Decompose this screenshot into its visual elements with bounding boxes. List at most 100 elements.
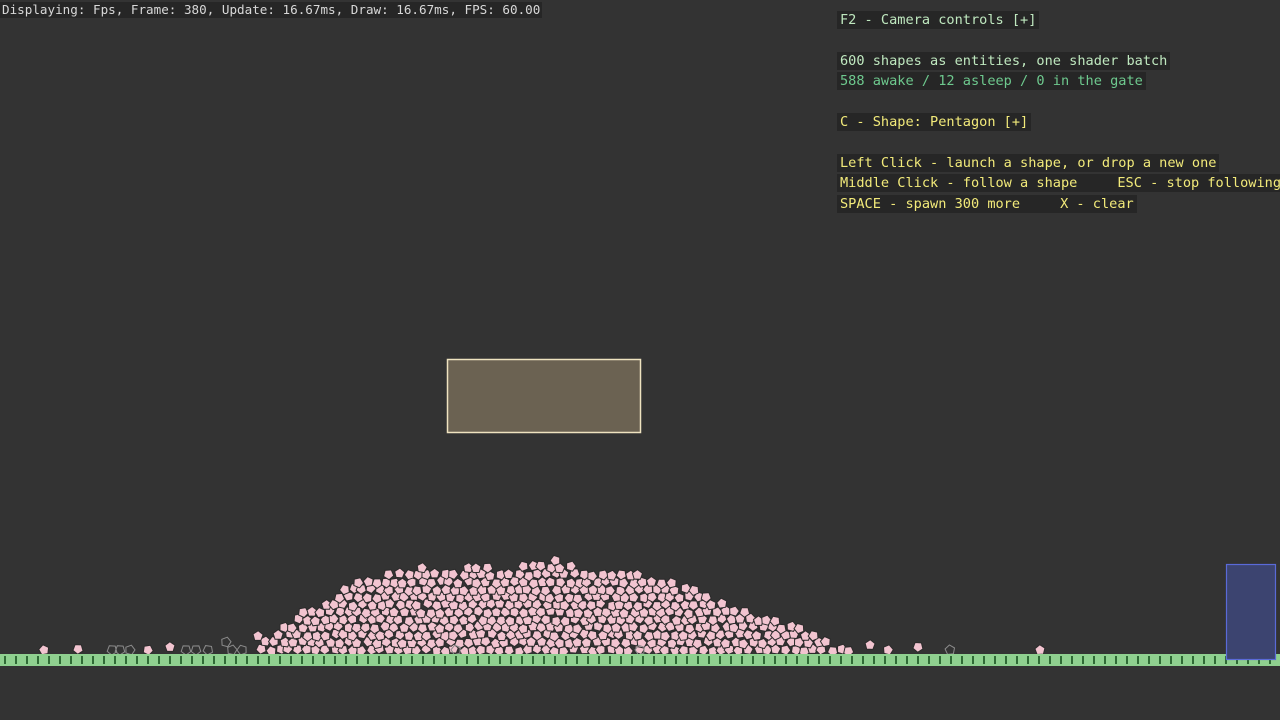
sleeping-pentagon-shape[interactable] (125, 644, 136, 656)
ground-tooth (466, 656, 468, 664)
sleep-state-info: 588 awake / 12 asleep / 0 in the gate (837, 72, 1146, 90)
ground-tooth (1005, 656, 1007, 664)
ground-tooth (400, 656, 402, 664)
ground-tooth (312, 656, 314, 664)
ground-tooth (1192, 656, 1194, 664)
pentagon-shape[interactable] (474, 644, 486, 656)
ground-tooth (433, 656, 435, 664)
pentagon-shape[interactable] (502, 568, 515, 580)
ground-tooth (411, 656, 413, 664)
ground-tooth (499, 656, 501, 664)
esc-hint: ESC - stop following (1117, 175, 1280, 191)
ground-tooth (1214, 656, 1216, 664)
pentagon-shape[interactable] (470, 562, 482, 574)
ground-tooth (939, 656, 941, 664)
follow-controls-hint: Middle Click - follow a shape ESC - stop … (837, 174, 1280, 192)
ground-tooth (1038, 656, 1040, 664)
sleeping-pentagon-shape[interactable] (227, 644, 238, 656)
ground-tooth (1170, 656, 1172, 664)
ground-tooth (125, 656, 127, 664)
ground-tooth (598, 656, 600, 664)
sleeping-pentagon-shape[interactable] (944, 644, 956, 655)
shape-selector-toggle[interactable]: C - Shape: Pentagon [+] (837, 113, 1032, 131)
pentagon-shape[interactable] (645, 575, 658, 587)
ground-tooth (1016, 656, 1018, 664)
ground-tooth (356, 656, 358, 664)
ground-tooth (1148, 656, 1150, 664)
ground-tooth (983, 656, 985, 664)
pentagon-shape[interactable] (72, 644, 84, 655)
pentagon-shape[interactable] (448, 568, 460, 581)
sleeping-pentagon-shape[interactable] (221, 636, 232, 648)
pentagon-shape[interactable] (142, 644, 154, 656)
ground-tooth (235, 656, 237, 664)
ground-tooth (774, 656, 776, 664)
ground-tooth (48, 656, 50, 664)
ground-tooth (686, 656, 688, 664)
left-click-hint: Left Click - launch a shape, or drop a n… (837, 154, 1220, 172)
ground-tooth (807, 656, 809, 664)
sleeping-pentagon-shape[interactable] (180, 645, 192, 656)
pentagon-shape[interactable] (38, 644, 50, 656)
pentagon-shape[interactable] (164, 641, 176, 652)
ground-tooth (730, 656, 732, 664)
ground-tooth (4, 656, 6, 664)
gate-zone (1225, 563, 1277, 661)
ground-tooth (576, 656, 578, 664)
ground-tooth (895, 656, 897, 664)
ground-tooth (1115, 656, 1117, 664)
ground-strip (0, 654, 1280, 666)
ground-tooth (1060, 656, 1062, 664)
ground-tooth (961, 656, 963, 664)
ground-tooth (1203, 656, 1205, 664)
pentagon-pile (38, 554, 1046, 658)
ground-tooth (26, 656, 28, 664)
ground-tooth (1093, 656, 1095, 664)
ground-tooth (510, 656, 512, 664)
clear-hint: X - clear (1060, 196, 1134, 212)
space-hint: SPACE - spawn 300 more (840, 196, 1021, 212)
ground-tooth (554, 656, 556, 664)
ground-tooth (642, 656, 644, 664)
sleeping-pentagon-shape[interactable] (202, 645, 214, 656)
ground-tooth (1126, 656, 1128, 664)
ground-tooth (290, 656, 292, 664)
pentagon-shape[interactable] (1034, 644, 1046, 656)
ground-tooth (741, 656, 743, 664)
sleeping-pentagon-shape[interactable] (190, 645, 202, 656)
ground-tooth (752, 656, 754, 664)
middle-click-hint: Middle Click - follow a shape (840, 175, 1078, 191)
ground-tooth (1049, 656, 1051, 664)
ground-tooth (444, 656, 446, 664)
ground-tooth (653, 656, 655, 664)
camera-controls-toggle[interactable]: F2 - Camera controls [+] (837, 11, 1040, 29)
pentagon-shape[interactable] (631, 568, 644, 580)
ground-tooth (81, 656, 83, 664)
game-viewport[interactable]: Displaying: Fps, Frame: 380, Update: 16.… (0, 0, 1280, 720)
pentagon-shape[interactable] (396, 577, 408, 589)
ground-tooth (389, 656, 391, 664)
ground-tooth (796, 656, 798, 664)
ground-tooth (1071, 656, 1073, 664)
pentagon-shape[interactable] (912, 641, 924, 653)
pentagon-shape[interactable] (882, 644, 894, 656)
pentagon-shape[interactable] (394, 567, 406, 579)
ground-tooth (180, 656, 182, 664)
pentagon-shape[interactable] (429, 567, 441, 579)
fps-status-line: Displaying: Fps, Frame: 380, Update: 16.… (0, 2, 543, 18)
pentagon-shape[interactable] (864, 639, 876, 650)
ground-tooth (477, 656, 479, 664)
ground-tooth (70, 656, 72, 664)
pentagon-shape[interactable] (716, 597, 728, 609)
ground-tooth (378, 656, 380, 664)
pentagon-shape[interactable] (252, 630, 264, 641)
ground-tooth (191, 656, 193, 664)
ground-tooth (785, 656, 787, 664)
ground-tooth (334, 656, 336, 664)
ground-tooth (719, 656, 721, 664)
pentagon-shape[interactable] (403, 569, 415, 581)
pentagon-shape[interactable] (544, 576, 556, 588)
physics-world[interactable] (0, 0, 1280, 720)
ground-tooth (884, 656, 886, 664)
sleeping-pentagon-shape[interactable] (236, 644, 247, 656)
